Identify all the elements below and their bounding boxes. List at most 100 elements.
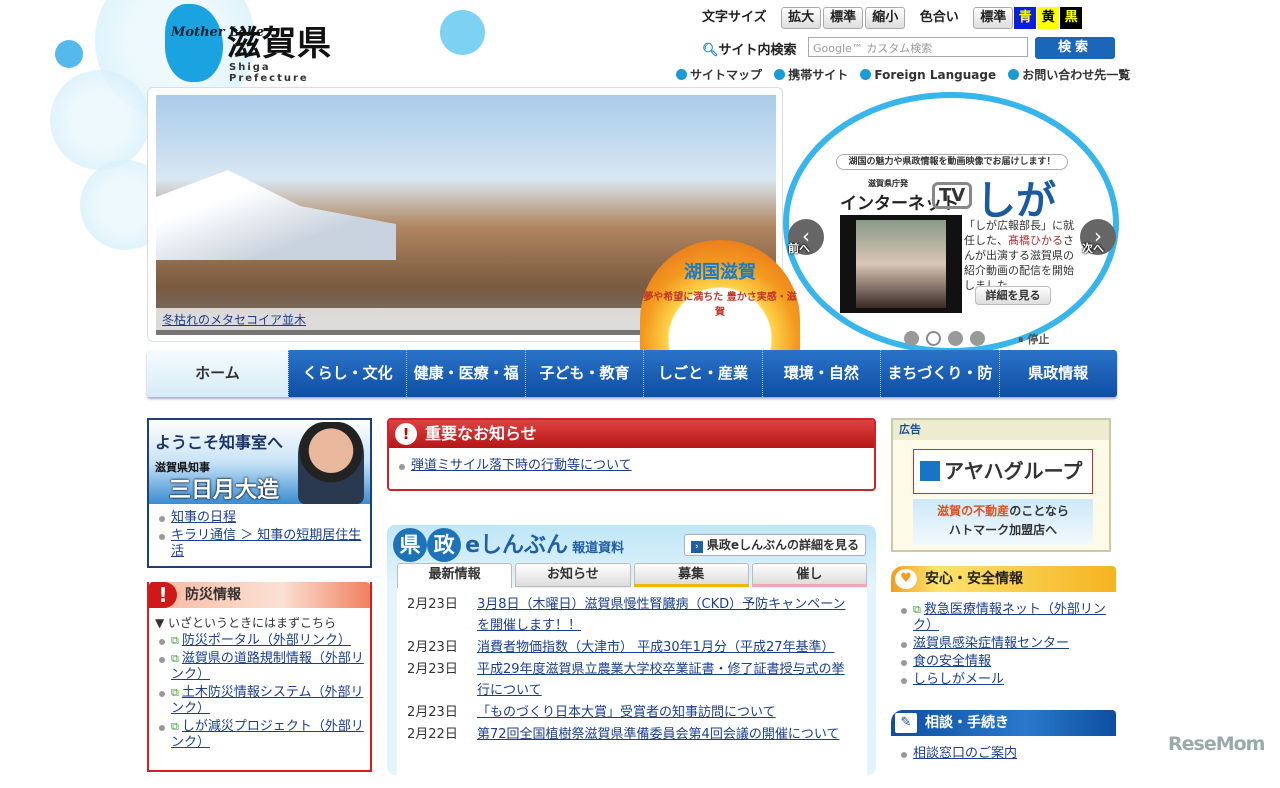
slide-dot[interactable] — [970, 331, 985, 346]
news-list: 2月23日 3月8日（木曜日）滋賀県慢性腎臓病（CKD）予防キャンペーンを開催しま… — [397, 588, 867, 788]
decor-bubble — [55, 40, 83, 68]
ad-box: 広告 アヤハグループ 滋賀の不動産のことなら ハトマーク加盟店へ — [891, 418, 1111, 552]
nav-environment[interactable]: 環境・自然 — [761, 350, 880, 397]
font-standard-button[interactable]: 標準 — [823, 7, 864, 29]
color-label: 色合い — [919, 10, 959, 25]
list-item: しらしがメール — [899, 672, 1115, 688]
heart-icon: ♥ — [895, 569, 917, 589]
decor-bubble — [440, 10, 485, 55]
external-link-icon: ⧉ — [171, 720, 179, 733]
font-size-controls: 文字サイズ 拡大 標準 縮小 色合い 標準青黄黒 — [702, 6, 1083, 29]
slide-caption-link[interactable]: 冬枯れのメタセコイア並木 — [162, 313, 306, 327]
ayaha-ad-banner[interactable]: アヤハグループ — [913, 449, 1093, 494]
arrow-icon — [774, 69, 786, 80]
decor-bubble — [50, 70, 150, 170]
list-item: 滋賀県感染症情報センター — [899, 636, 1115, 652]
font-size-label: 文字サイズ — [702, 10, 767, 25]
site-logo[interactable]: Mother Lake 滋賀県 Shiga Prefecture — [165, 4, 345, 84]
list-item: 知事の日程 — [157, 510, 364, 526]
list-item: ⧉ しが減災プロジェクト（外部リンク） — [157, 719, 364, 751]
nav-living[interactable]: くらし・文化 — [287, 350, 406, 397]
news-tabs: 最新情報 お知らせ 募集 催し — [397, 563, 867, 589]
consult-header: ✎ 相談・手続き — [891, 710, 1116, 736]
color-blue-button[interactable]: 青 — [1014, 7, 1037, 29]
nav-government[interactable]: 県政情報 — [998, 350, 1117, 397]
nav-work[interactable]: しごと・産業 — [643, 350, 761, 397]
nav-health[interactable]: 健康・医療・福祉 — [406, 350, 524, 429]
search-input[interactable]: Google™ カスタム検索 — [808, 37, 1028, 57]
next-label: 次へ — [1082, 242, 1104, 255]
tv-icon: TV — [932, 182, 973, 209]
foreign-language-link[interactable]: Foreign Language — [874, 68, 996, 82]
important-notice-box: ! 重要なお知らせ 弾道ミサイル落下時の行動等について — [387, 418, 876, 491]
list-item: 弾道ミサイル落下時の行動等について — [397, 458, 868, 474]
slide-dot[interactable] — [904, 331, 919, 346]
news-box: 県 政 eしんぶん 報道資料 › 県政eしんぶんの詳細を見る 最新情報 お知らせ 募集… — [387, 525, 876, 788]
governor-box: ようこそ知事室へ 滋賀県知事 三日月大造 知事の日程 キラリ通信 ＞ 知事の短期… — [147, 418, 372, 568]
list-item: ⧉ 土木防災情報システム（外部リンク） — [157, 685, 364, 717]
font-larger-button[interactable]: 拡大 — [781, 7, 822, 29]
hatomark-ad-banner[interactable]: 滋賀の不動産のことなら ハトマーク加盟店へ — [913, 499, 1093, 545]
governor-photo — [298, 422, 364, 504]
tv-description: 「しが広報部長」に就任した、髙橋ひかるさんが出演する滋賀県の紹介動画の配信を開始… — [964, 219, 1074, 292]
color-black-button[interactable]: 黒 — [1060, 7, 1083, 29]
video-thumbnail[interactable] — [840, 215, 962, 313]
external-link-icon: ⧉ — [913, 603, 921, 616]
utility-links: サイトマップ 携帯サイト Foreign Language お問い合わせ先一覧 — [668, 66, 1130, 83]
global-nav: ホーム くらし・文化 健康・医療・福祉 子ども・教育 しごと・産業 環境・自然 … — [147, 350, 1117, 429]
governor-schedule-link[interactable]: 知事の日程 — [171, 510, 236, 525]
arrow-icon — [860, 69, 872, 80]
news-row: 2月23日 消費者物価指数（大津市） 平成30年1月分（平成27年基準） — [407, 640, 835, 655]
nav-town[interactable]: まちづくり・防災 — [880, 350, 998, 429]
tv-stop-button[interactable]: ⏸ 停止 — [1018, 331, 1049, 347]
search-button[interactable]: 検索 — [1035, 37, 1115, 59]
sitemap-link[interactable]: サイトマップ — [690, 68, 762, 82]
list-item: ⧉ 滋賀県の道路規制情報（外部リンク） — [157, 651, 364, 683]
tab-latest[interactable]: 最新情報 — [397, 563, 513, 589]
nav-children[interactable]: 子ども・教育 — [524, 350, 643, 397]
list-item: 相談窓口のご案内 — [899, 746, 1115, 762]
news-row: 2月23日 平成29年度滋賀県立農業大学校卒業証書・修了証書授与式の挙行について — [407, 662, 845, 698]
external-link-icon: ⧉ — [171, 686, 179, 699]
mobile-site-link[interactable]: 携帯サイト — [788, 68, 848, 82]
slide-dot[interactable] — [948, 331, 963, 346]
news-more-button[interactable]: › 県政eしんぶんの詳細を見る — [683, 534, 866, 556]
tab-notices[interactable]: お知らせ — [515, 563, 631, 587]
news-row: 2月22日 第72回全国植樹祭滋賀県準備委員会第4回会議の開催について — [407, 727, 840, 742]
mountain-image — [156, 170, 396, 260]
disaster-box: ! 防災情報 ▼ いざというときにはまずこちら ⧉ 防災ポータル（外部リンク） ⧉ 滋… — [147, 582, 372, 772]
ad-label: 広告 — [893, 420, 1109, 440]
exclamation-icon: ! — [395, 423, 417, 445]
prev-label: 前へ — [788, 242, 810, 255]
arrow-icon: › — [690, 541, 703, 553]
alert-icon: ! — [149, 582, 177, 608]
tab-events[interactable]: 催し — [751, 563, 867, 587]
edit-icon: ✎ — [895, 713, 917, 733]
slide-indicators — [904, 331, 992, 350]
governor-banner[interactable]: ようこそ知事室へ 滋賀県知事 三日月大造 — [149, 420, 370, 504]
contacts-link[interactable]: お問い合わせ先一覧 — [1022, 68, 1130, 82]
list-item: ⧉ 防災ポータル（外部リンク） — [157, 633, 364, 649]
tab-recruitment[interactable]: 募集 — [633, 563, 749, 587]
nav-home[interactable]: ホーム — [147, 350, 288, 397]
list-item: キラリ通信 ＞ 知事の短期居住生活 — [157, 528, 364, 560]
external-link-icon: ⧉ — [171, 652, 179, 665]
disaster-subtitle: ▼ いざというときにはまずこちら — [155, 616, 337, 630]
slide-dot-active[interactable] — [926, 331, 941, 346]
search-label: 🔍︎サイト内検索 — [702, 43, 797, 58]
safety-header: ♥ 安心・安全情報 — [891, 566, 1116, 592]
color-yellow-button[interactable]: 黄 — [1037, 7, 1060, 29]
news-row: 2月23日 「ものづくり日本大賞」受賞者の知事訪問について — [407, 705, 776, 720]
disaster-header: ! 防災情報 — [149, 582, 370, 608]
news-logo: 県 政 eしんぶん 報道資料 — [393, 527, 624, 562]
important-header: ! 重要なお知らせ — [389, 420, 874, 448]
search-icon: 🔍︎ — [702, 43, 719, 58]
external-link-icon: ⧉ — [171, 634, 179, 647]
consult-links: 相談窓口のご案内 — [891, 740, 1121, 768]
color-standard-button[interactable]: 標準 — [973, 7, 1014, 29]
arrow-icon — [676, 69, 687, 80]
font-smaller-button[interactable]: 縮小 — [865, 7, 906, 29]
tv-details-button[interactable]: 詳細を見る — [975, 286, 1051, 305]
news-row: 2月23日 3月8日（木曜日）滋賀県慢性腎臓病（CKD）予防キャンペーンを開催しま… — [407, 597, 846, 633]
kirari-link[interactable]: キラリ通信 ＞ 知事の短期居住生活 — [171, 528, 361, 559]
